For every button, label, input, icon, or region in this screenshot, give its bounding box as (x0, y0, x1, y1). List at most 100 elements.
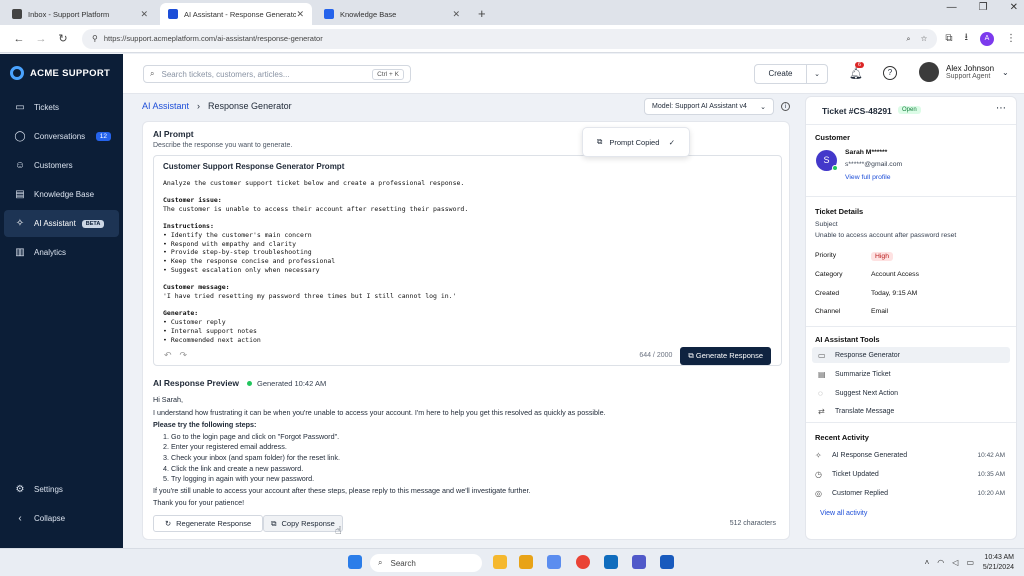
close-icon[interactable]: ✕ (140, 9, 148, 20)
response-steps: Go to the login page and click on "Forgo… (153, 432, 773, 485)
wifi-icon[interactable]: ◠ (937, 558, 944, 567)
url-field[interactable]: ⚲ https://support.acmeplatform.com/ai-as… (82, 28, 938, 49)
sidebar-item-knowledge-base[interactable]: ▤ Knowledge Base (4, 181, 119, 208)
chevron-down-icon[interactable]: ⌄ (807, 70, 827, 78)
tools-heading: AI Assistant Tools (815, 335, 880, 344)
tool-response-generator[interactable]: ▭ Response Generator (812, 347, 1010, 363)
priority-badge: High (871, 252, 893, 261)
inbox-favicon-icon (12, 9, 22, 19)
close-icon[interactable]: ✕ (452, 9, 460, 20)
tool-translate-message[interactable]: ⇄ Translate Message (812, 403, 1010, 419)
sidebar-item-label: Settings (34, 485, 63, 494)
field-value: Email (871, 308, 888, 315)
taskbar-search[interactable]: ⌕ Search (370, 554, 482, 572)
browser-tab-bar: Inbox - Support Platform ✕ AI Assistant … (0, 0, 1024, 25)
browser-tab-knowledge-base[interactable]: Knowledge Base ✕ (316, 3, 468, 25)
status-dot-icon (246, 380, 252, 386)
prompt-generate-item: • Customer reply (163, 317, 226, 326)
sidebar-item-ai-assistant[interactable]: ✧ AI Assistant BETA (4, 210, 119, 237)
browser-menu-icon[interactable]: ⋮ (1006, 33, 1016, 44)
document-icon: ▤ (818, 369, 826, 379)
more-options-icon[interactable]: ⋯ (996, 103, 1006, 114)
back-icon[interactable]: ← (8, 33, 30, 45)
outlook-icon[interactable] (604, 555, 618, 569)
clock[interactable]: 10:43 AM 5/21/2024 (983, 553, 1014, 573)
sidebar-item-settings[interactable]: ⚙ Settings (4, 476, 119, 503)
tool-label: Suggest Next Action (835, 389, 899, 397)
browser-tab-inbox[interactable]: Inbox - Support Platform ✕ (4, 3, 156, 25)
list-item: Enter your registered email address. (171, 442, 773, 453)
tool-suggest-next-action[interactable]: ◌ Suggest Next Action (812, 385, 1010, 401)
prompt-content[interactable]: Customer Support Response Generator Prom… (154, 156, 781, 345)
collapse-button[interactable]: ‹ Collapse (4, 505, 119, 532)
search-input[interactable]: ⌕ Search tickets, customers, articles...… (143, 65, 411, 83)
file-explorer-icon[interactable] (493, 555, 507, 569)
volume-icon[interactable]: ◁ (952, 558, 958, 567)
copy-response-button[interactable]: ⧉ Copy Response (263, 515, 343, 532)
view-all-activity-link[interactable]: View all activity (820, 510, 867, 517)
sparkle-icon: ✧ (815, 451, 822, 460)
prompt-generate-item: • Recommended next action (163, 335, 261, 344)
download-icon[interactable]: ⭳ (965, 30, 969, 47)
prompt-textarea[interactable]: Customer Support Response Generator Prom… (153, 155, 782, 366)
toast-text: Prompt Copied (609, 137, 660, 147)
minimize-icon[interactable]: — (947, 2, 957, 13)
avatar-initial: S (823, 155, 830, 165)
sidebar-item-tickets[interactable]: ▭ Tickets (4, 94, 119, 121)
folder-icon[interactable] (519, 555, 533, 569)
sidebar: ACME SUPPORT ▭ Tickets ◯ Conversations 1… (0, 54, 123, 548)
forward-icon[interactable]: → (30, 33, 52, 45)
field-label: Created (815, 290, 840, 297)
profile-avatar[interactable]: A (980, 31, 994, 46)
search-icon: ⌕ (150, 69, 155, 78)
prompt-footer: ↶ ↷ 644 / 2000 ⧉ Generate Response (154, 345, 781, 366)
refresh-icon: ↻ (164, 519, 172, 528)
view-full-profile-link[interactable]: View full profile (845, 174, 891, 181)
clock-time: 10:43 AM (984, 554, 1014, 561)
chrome-icon[interactable] (576, 555, 590, 569)
bookmark-star-icon[interactable]: ☆ (921, 34, 928, 44)
breadcrumb-parent[interactable]: AI Assistant (142, 101, 189, 111)
activity-label: AI Response Generated (832, 452, 908, 459)
model-select[interactable]: Model: Support AI Assistant v4 ⌄ (644, 98, 774, 115)
undo-icon[interactable]: ↶ (164, 350, 172, 361)
notifications-bell-icon[interactable]: 🔔︎ 6 (849, 62, 865, 80)
field-value: Account Access (871, 271, 919, 278)
regenerate-response-button[interactable]: ↻ Regenerate Response (153, 515, 263, 532)
sidebar-item-conversations[interactable]: ◯ Conversations 12 (4, 123, 119, 150)
redo-icon[interactable]: ↷ (180, 350, 188, 361)
battery-icon[interactable]: ▭ (966, 558, 974, 567)
reload-icon[interactable]: ↻ (52, 32, 74, 45)
tool-summarize-ticket[interactable]: ▤ Summarize Ticket (812, 366, 1010, 382)
create-button[interactable]: Create ⌄ (754, 64, 828, 84)
generate-response-button[interactable]: ⧉ Generate Response (680, 346, 771, 365)
field-label: Priority (815, 252, 837, 259)
close-window-icon[interactable]: ✕ (1010, 2, 1018, 13)
close-icon[interactable]: ✕ (296, 9, 304, 20)
subject-label: Subject (815, 221, 838, 228)
info-icon[interactable]: i (781, 102, 790, 111)
word-icon[interactable] (660, 555, 674, 569)
new-tab-icon[interactable]: + (478, 3, 486, 25)
activity-time: 10:20 AM (977, 490, 1005, 497)
chevron-up-icon[interactable]: ˄ (925, 558, 930, 567)
store-icon[interactable] (547, 555, 561, 569)
windows-start-icon[interactable] (348, 555, 362, 569)
browser-tab-ai-assistant[interactable]: AI Assistant - Response Generator ✕ (160, 3, 312, 25)
sidebar-item-analytics[interactable]: ▥ Analytics (4, 239, 119, 266)
maximize-icon[interactable]: ❐ (979, 2, 988, 13)
extensions-icon[interactable]: ⧉ (945, 33, 952, 44)
brand-logo[interactable]: ACME SUPPORT (0, 54, 123, 92)
sidebar-item-customers[interactable]: ☺ Customers (4, 152, 119, 179)
teams-icon[interactable] (632, 555, 646, 569)
zoom-icon[interactable]: ⌕ (906, 34, 910, 44)
sidebar-item-label: Tickets (34, 103, 60, 112)
site-info-icon[interactable]: ⚲ (92, 34, 98, 43)
response-greeting: Hi Sarah, (153, 395, 183, 404)
notification-count: 6 (855, 62, 865, 68)
response-steps-label: Please try the following steps: (153, 420, 257, 430)
tickets-icon: ▭ (15, 102, 25, 113)
user-menu[interactable]: Alex Johnson Support Agent ⌄ (919, 62, 1009, 82)
avatar: S (816, 150, 838, 171)
help-icon[interactable]: ? (883, 66, 897, 80)
